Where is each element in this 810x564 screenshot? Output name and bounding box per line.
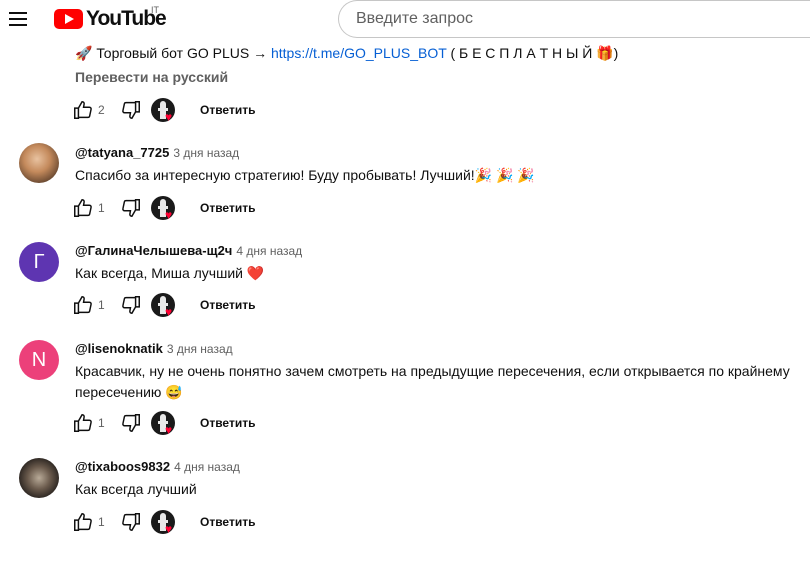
reply-button[interactable]: Ответить (200, 103, 255, 117)
heart-icon: ♥ (165, 208, 173, 222)
like-count: 1 (98, 515, 105, 529)
comment-text: Спасибо за интересную стратегию! Буду пр… (75, 167, 535, 183)
thumbs-up-icon[interactable] (72, 197, 94, 219)
like-count: 2 (98, 103, 105, 117)
like-count: 1 (98, 416, 105, 430)
thumbs-down-icon[interactable] (120, 511, 142, 533)
avatar[interactable]: N (19, 340, 59, 380)
comment-text: 🚀 Торговый бот GO PLUS → https://t.me/GO… (75, 43, 810, 64)
youtube-logo[interactable]: YouTube (54, 7, 167, 31)
thumbs-up-icon[interactable] (72, 294, 94, 316)
creator-heart-badge: ♥ (151, 98, 177, 124)
comment-time[interactable]: 4 дня назад (174, 460, 240, 474)
comment-actions: 1 ♥ Ответить (72, 196, 372, 222)
reply-button[interactable]: Ответить (200, 298, 255, 312)
search-input[interactable] (338, 0, 810, 38)
comment-text: Как всегда, Миша лучший ❤️ (75, 265, 265, 281)
heart-icon: ♥ (165, 522, 173, 536)
author-line: @lisenoknatik 3 дня назад (75, 340, 233, 358)
author-line: @ГалинаЧелышева-щ2ч 4 дня назад (75, 242, 302, 260)
creator-heart-badge: ♥ (151, 293, 177, 319)
like-count: 1 (98, 298, 105, 312)
comment-actions: 1 ♥ Ответить (72, 411, 372, 437)
thumbs-up-icon[interactable] (72, 511, 94, 533)
heart-icon: ♥ (165, 423, 173, 437)
comment-actions: 1 ♥ Ответить (72, 293, 372, 319)
author-name[interactable]: @lisenoknatik (75, 341, 163, 356)
thumbs-down-icon[interactable] (120, 99, 142, 121)
hamburger-menu-icon[interactable] (9, 12, 27, 26)
translate-button[interactable]: Перевести на русский (75, 69, 228, 85)
author-name[interactable]: @tatyana_7725 (75, 145, 169, 160)
reply-button[interactable]: Ответить (200, 515, 255, 529)
author-name[interactable]: @tixaboos9832 (75, 459, 170, 474)
youtube-play-icon (54, 9, 83, 29)
like-count: 1 (98, 201, 105, 215)
creator-heart-badge: ♥ (151, 411, 177, 437)
avatar[interactable]: Г (19, 242, 59, 282)
avatar-letter: N (31, 348, 47, 371)
heart-icon: ♥ (165, 305, 173, 319)
reply-button[interactable]: Ответить (200, 201, 255, 215)
comment-link[interactable]: https://t.me/GO_PLUS_BOT (271, 45, 447, 61)
avatar-letter: Г (33, 250, 45, 273)
comment-actions: 1 ♥ Ответить (72, 510, 372, 536)
comment-text: Красавчик, ну не очень понятно зачем смо… (75, 363, 790, 400)
avatar[interactable] (19, 458, 59, 498)
author-line: @tixaboos9832 4 дня назад (75, 458, 240, 476)
avatar[interactable] (19, 143, 59, 183)
creator-heart-badge: ♥ (151, 510, 177, 536)
creator-heart-badge: ♥ (151, 196, 177, 222)
comment-text: Как всегда лучший (75, 481, 197, 497)
thumbs-down-icon[interactable] (120, 294, 142, 316)
comment-actions: 2 ♥ Ответить (72, 98, 372, 124)
thumbs-down-icon[interactable] (120, 412, 142, 434)
thumbs-up-icon[interactable] (72, 99, 94, 121)
thumbs-down-icon[interactable] (120, 197, 142, 219)
comment-time[interactable]: 4 дня назад (236, 244, 302, 258)
comment-text-suffix: ( Б Е С П Л А Т Н Ы Й 🎁) (446, 45, 619, 61)
reply-button[interactable]: Ответить (200, 416, 255, 430)
author-line: @tatyana_7725 3 дня назад (75, 144, 239, 162)
author-name[interactable]: @ГалинаЧелышева-щ2ч (75, 243, 232, 258)
comment-text-prefix: 🚀 Торговый бот GO PLUS → (75, 45, 271, 61)
heart-icon: ♥ (165, 110, 173, 124)
country-code: IT (151, 5, 159, 15)
comment-time[interactable]: 3 дня назад (167, 342, 233, 356)
top-bar: YouTube IT (0, 0, 810, 40)
thumbs-up-icon[interactable] (72, 412, 94, 434)
comment-time[interactable]: 3 дня назад (173, 146, 239, 160)
